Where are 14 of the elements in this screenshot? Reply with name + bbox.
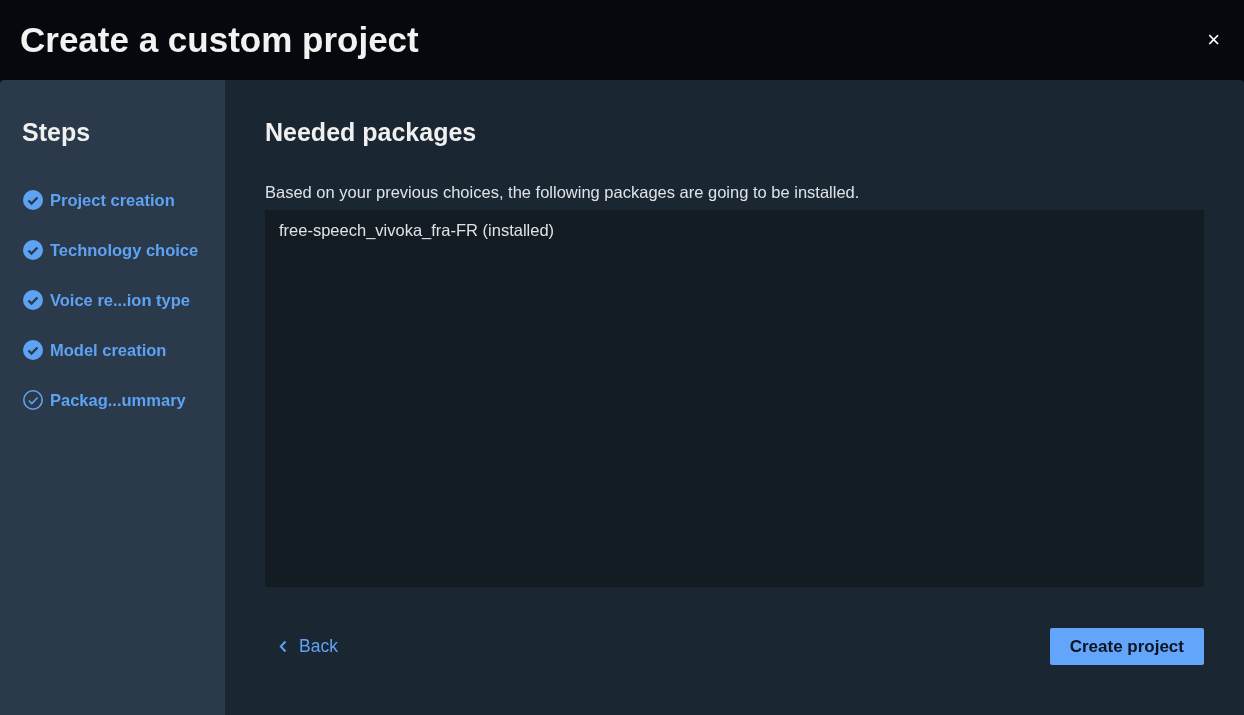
sidebar-title: Steps — [22, 118, 92, 147]
dialog-title: Create a custom project — [20, 20, 419, 60]
chevron-left-icon — [279, 640, 287, 653]
step-label[interactable]: Project creation — [50, 190, 175, 210]
step-label[interactable]: Technology choice — [50, 240, 199, 260]
step-label[interactable]: Model creation — [50, 340, 167, 360]
close-button[interactable]: × — [1203, 27, 1224, 53]
description-text: Based on your previous choices, the following packages are going to be installed. — [265, 183, 861, 202]
step-label[interactable]: Packag...ummary — [50, 390, 186, 410]
create-project-button[interactable]: Create project — [1049, 628, 1204, 665]
back-button[interactable]: Back — [265, 630, 352, 663]
package-item: free-speech_vivoka_fra-FR (installed) — [279, 220, 556, 240]
section-title: Needed packages — [265, 118, 478, 147]
step-label[interactable]: Voice re...ion type — [50, 290, 190, 310]
